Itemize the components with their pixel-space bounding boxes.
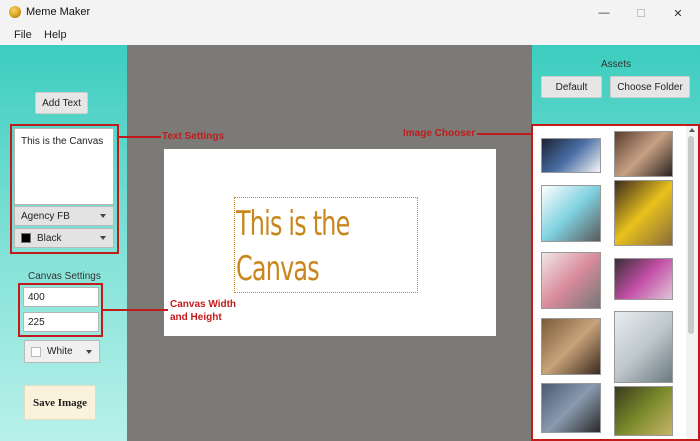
canvas-width-input[interactable]: 400 bbox=[23, 287, 99, 307]
title-bar: Meme Maker — ☐ ✕ bbox=[0, 0, 700, 26]
assets-label: Assets bbox=[601, 59, 632, 70]
scrollbar-thumb[interactable] bbox=[688, 136, 694, 334]
text-color-value: Black bbox=[37, 232, 62, 244]
menu-bar: File Help bbox=[0, 26, 700, 45]
annotation-canvas-wh-line2: and Height bbox=[170, 312, 222, 323]
color-swatch-white bbox=[31, 346, 41, 357]
canvas-text-line2: Canvas bbox=[236, 249, 320, 289]
thumb-robot-machine[interactable] bbox=[614, 311, 673, 383]
thumb-pink-figure[interactable] bbox=[614, 258, 673, 300]
thumb-shrek-face[interactable] bbox=[614, 386, 673, 436]
canvas-text[interactable]: This is the Canvas bbox=[236, 202, 423, 292]
menu-file[interactable]: File bbox=[14, 29, 32, 41]
window-title: Meme Maker bbox=[26, 6, 91, 18]
save-image-button[interactable]: Save Image bbox=[24, 385, 96, 420]
canvas-size-pointer bbox=[103, 309, 168, 311]
thumb-man-yellow-shirt[interactable] bbox=[614, 180, 673, 246]
add-text-button[interactable]: Add Text bbox=[35, 92, 88, 114]
annotation-canvas-wh-line1: Canvas Width bbox=[170, 299, 237, 310]
canvas-height-input[interactable]: 225 bbox=[23, 312, 99, 332]
background-color-value: White bbox=[47, 346, 73, 357]
chevron-down-icon bbox=[86, 349, 92, 354]
choose-folder-button[interactable]: Choose Folder bbox=[610, 76, 690, 98]
app-icon bbox=[9, 6, 21, 18]
color-swatch-black bbox=[21, 233, 31, 243]
font-select-value: Agency FB bbox=[21, 210, 70, 222]
thumb-earth-meme[interactable] bbox=[541, 138, 601, 173]
menu-help[interactable]: Help bbox=[44, 29, 67, 41]
thumb-crowd-scene[interactable] bbox=[541, 383, 601, 433]
background-color-select[interactable]: White bbox=[24, 340, 100, 363]
default-assets-button[interactable]: Default bbox=[541, 76, 602, 98]
chevron-down-icon bbox=[100, 236, 106, 240]
thumb-pink-characters[interactable] bbox=[541, 185, 601, 242]
text-settings-pointer bbox=[119, 136, 161, 138]
text-content-input[interactable]: This is the Canvas bbox=[14, 128, 114, 205]
text-color-select[interactable]: Black bbox=[14, 228, 114, 248]
annotation-canvas-width-height: Canvas Width and Height bbox=[170, 298, 236, 324]
maximize-button[interactable]: ☐ bbox=[630, 4, 652, 22]
thumb-comic-strip[interactable] bbox=[541, 252, 601, 309]
font-select[interactable]: Agency FB bbox=[14, 206, 114, 226]
annotation-image-chooser: Image Chooser bbox=[403, 128, 476, 139]
annotation-text-settings: Text Settings bbox=[162, 131, 225, 142]
chevron-down-icon bbox=[100, 214, 106, 218]
scroll-up-icon[interactable] bbox=[689, 128, 695, 132]
canvas-text-line1: This is the bbox=[236, 204, 350, 244]
image-chooser-pointer bbox=[477, 133, 531, 135]
thumb-man-face[interactable] bbox=[614, 131, 673, 177]
thumb-cats-grid[interactable] bbox=[541, 318, 601, 375]
canvas-settings-label: Canvas Settings bbox=[28, 271, 101, 282]
close-button[interactable]: ✕ bbox=[667, 4, 689, 22]
minimize-button[interactable]: — bbox=[593, 4, 615, 22]
